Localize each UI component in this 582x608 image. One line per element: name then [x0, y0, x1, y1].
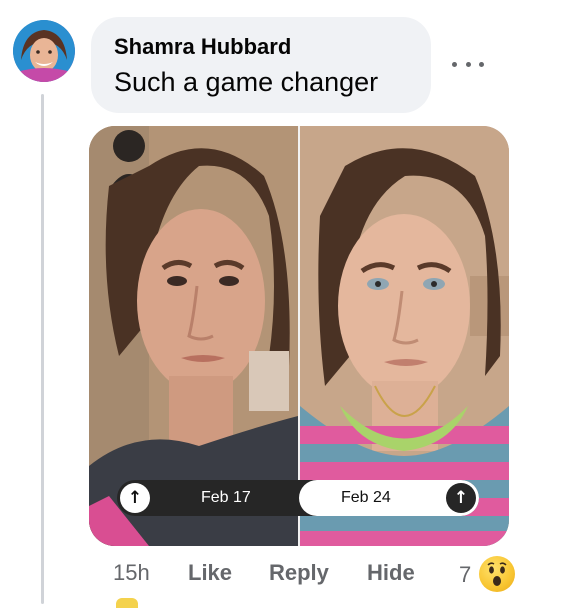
after-date-label: Feb 24	[341, 489, 391, 506]
comment-author-name[interactable]: Shamra Hubbard	[114, 34, 291, 60]
profile-photo-icon	[13, 20, 75, 82]
more-dot-icon	[479, 61, 484, 67]
comment-text: Such a game changer	[114, 67, 379, 97]
like-button[interactable]: Like	[188, 560, 232, 586]
more-dot-icon	[452, 61, 457, 67]
up-arrow-icon[interactable]: ↑	[120, 483, 150, 513]
after-date-pill: Feb 24 ↑	[299, 480, 479, 516]
comment-bubble: Shamra Hubbard Such a game changer	[91, 17, 431, 113]
hide-button[interactable]: Hide	[367, 560, 415, 586]
wow-emoji-icon[interactable]	[479, 556, 515, 592]
wow-face-icon	[487, 562, 507, 586]
reply-button[interactable]: Reply	[269, 560, 329, 586]
up-arrow-icon[interactable]: ↑	[446, 483, 476, 513]
next-comment-avatar-hint	[116, 598, 138, 608]
before-date-label: Feb 17	[201, 489, 251, 506]
thread-line	[41, 94, 44, 604]
date-comparison-bar: ↑ Feb 17 Feb 24 ↑	[117, 480, 479, 516]
comment-timestamp[interactable]: 15h	[113, 560, 150, 586]
avatar[interactable]	[13, 20, 75, 82]
more-options-button[interactable]	[452, 52, 484, 76]
reaction-count[interactable]: 7	[459, 562, 471, 588]
more-dot-icon	[465, 61, 471, 67]
comparison-image-attachment[interactable]: ↑ Feb 17 Feb 24 ↑	[89, 126, 509, 546]
